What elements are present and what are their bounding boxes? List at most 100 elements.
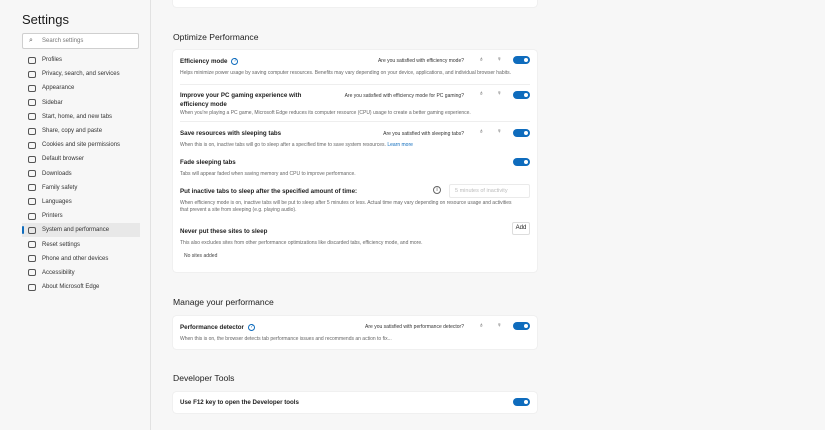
sidebar-item-about-microsoft-edge[interactable]: About Microsoft Edge	[22, 280, 140, 294]
sidebar-item-label: Sidebar	[42, 100, 63, 106]
efficiency-title: Efficiency mode	[180, 58, 227, 65]
sidebar-item-accessibility[interactable]: Accessibility	[22, 266, 140, 280]
sidebar-item-start-home-and-new-tabs[interactable]: Start, home, and new tabs	[22, 110, 140, 124]
reset-icon	[28, 241, 36, 248]
help-icon[interactable]: ?	[248, 324, 255, 331]
efficiency-question: Are you satisfied with efficiency mode?	[378, 58, 464, 64]
home-icon	[28, 113, 36, 120]
sidebar-item-label: Printers	[42, 213, 63, 219]
dev-heading: Developer Tools	[173, 373, 234, 383]
sidebar-item-label: Profiles	[42, 57, 62, 63]
add-site-button[interactable]: Add	[512, 222, 530, 235]
phone-icon	[28, 255, 36, 262]
sidebar-item-default-browser[interactable]: Default browser	[22, 152, 140, 166]
sidebar-item-share-copy-and-paste[interactable]: Share, copy and paste	[22, 124, 140, 138]
learn-more-link[interactable]: Learn more	[387, 142, 413, 148]
thumbs-down-icon[interactable]: ♀	[497, 128, 502, 135]
sidebar-item-label: Downloads	[42, 171, 72, 177]
sidebar-item-label: Phone and other devices	[42, 256, 108, 262]
sleeping-tabs-row: Save resources with sleeping tabs Are yo…	[180, 124, 530, 154]
sidebar-item-label: Family safety	[42, 185, 77, 191]
inactive-row: Put inactive tabs to sleep after the spe…	[180, 184, 530, 220]
sidebar-item-phone-and-other-devices[interactable]: Phone and other devices	[22, 252, 140, 266]
help-icon[interactable]: ?	[231, 58, 238, 65]
detector-toggle[interactable]	[513, 322, 530, 330]
sidebar-item-printers[interactable]: Printers	[22, 209, 140, 223]
lock-icon	[28, 71, 36, 78]
sidebar-item-label: Languages	[42, 199, 72, 205]
inactive-time-select[interactable]: 5 minutes of inactivity	[449, 184, 530, 198]
sleeping-toggle[interactable]	[513, 129, 530, 137]
sidebar-item-label: Cookies and site permissions	[42, 142, 120, 148]
browser-icon	[28, 156, 36, 163]
sidebar-item-languages[interactable]: Languages	[22, 195, 140, 209]
family-icon	[28, 184, 36, 191]
f12-title: Use F12 key to open the Developer tools	[180, 399, 299, 406]
efficiency-mode-row: Efficiency mode? Are you satisfied with …	[180, 50, 530, 85]
no-sites-text: No sites added	[184, 253, 217, 260]
sidebar-item-reset-settings[interactable]: Reset settings	[22, 237, 140, 251]
sidebar-item-label: Reset settings	[42, 242, 80, 248]
fade-title: Fade sleeping tabs	[180, 159, 236, 166]
language-icon	[28, 198, 36, 205]
thumbs-up-icon[interactable]: ♁	[479, 322, 484, 329]
laptop-icon	[28, 227, 36, 234]
thumbs-up-icon[interactable]: ♁	[479, 128, 484, 135]
inactive-title: Put inactive tabs to sleep after the spe…	[180, 188, 357, 195]
sidebar-item-family-safety[interactable]: Family safety	[22, 181, 140, 195]
download-icon	[28, 170, 36, 177]
f12-toggle[interactable]	[513, 398, 530, 406]
dev-card: Use F12 key to open the Developer tools	[173, 392, 537, 413]
detector-row: Performance detector? Are you satisfied …	[180, 316, 530, 349]
sidebar-nav: Profiles Privacy, search, and services App…	[22, 53, 140, 294]
inactive-desc: When efficiency mode is on, inactive tab…	[180, 200, 515, 214]
sleeping-desc: When this is on, inactive tabs will go t…	[180, 142, 386, 148]
optimize-card: Efficiency mode? Are you satisfied with …	[173, 50, 537, 272]
sleeping-question: Are you satisfied with sleeping tabs?	[383, 131, 464, 137]
sidebar-item-cookies-and-site-permissions[interactable]: Cookies and site permissions	[22, 138, 140, 152]
printer-icon	[28, 213, 36, 220]
detector-desc: When this is on, the browser detects tab…	[180, 336, 392, 343]
never-sleep-row: Never put these sites to sleep Add This …	[180, 222, 530, 270]
search-icon: ⌕	[29, 34, 33, 48]
sidebar-item-sidebar[interactable]: Sidebar	[22, 96, 140, 110]
manage-card: Performance detector? Are you satisfied …	[173, 316, 537, 349]
fade-desc: Tabs will appear faded when saving memor…	[180, 171, 356, 178]
gaming-row: Improve your PC gaming experience with e…	[180, 86, 530, 122]
thumbs-down-icon[interactable]: ♀	[497, 90, 502, 97]
gaming-question: Are you satisfied with efficiency mode f…	[345, 93, 464, 99]
gaming-title: Improve your PC gaming experience with e…	[180, 91, 330, 109]
sidebar: Settings ⌕Search settings Profiles Privac…	[0, 0, 151, 430]
gaming-desc: When you're playing a PC game, Microsoft…	[180, 110, 471, 117]
detector-title: Performance detector	[180, 324, 244, 331]
palette-icon	[28, 85, 36, 92]
sidebar-item-profiles[interactable]: Profiles	[22, 53, 140, 67]
thumbs-up-icon[interactable]: ♁	[479, 90, 484, 97]
thumbs-down-icon[interactable]: ♀	[497, 56, 502, 63]
sleeping-title: Save resources with sleeping tabs	[180, 130, 281, 137]
sidebar-item-label: Accessibility	[42, 270, 75, 276]
manage-heading: Manage your performance	[173, 297, 274, 307]
thumbs-down-icon[interactable]: ♀	[497, 322, 502, 329]
sidebar-item-appearance[interactable]: Appearance	[22, 81, 140, 95]
fade-toggle[interactable]	[513, 158, 530, 166]
sidebar-icon	[28, 99, 36, 106]
sidebar-item-downloads[interactable]: Downloads	[22, 167, 140, 181]
share-icon	[28, 128, 36, 135]
f12-row: Use F12 key to open the Developer tools	[180, 392, 530, 413]
previous-card	[173, 0, 537, 7]
never-title: Never put these sites to sleep	[180, 228, 267, 235]
sidebar-item-privacy-search-and-services[interactable]: Privacy, search, and services	[22, 67, 140, 81]
sidebar-item-label: Privacy, search, and services	[42, 71, 120, 77]
thumbs-up-icon[interactable]: ♁	[479, 56, 484, 63]
sidebar-item-label: Default browser	[42, 156, 84, 162]
efficiency-toggle[interactable]	[513, 56, 530, 64]
sidebar-item-label: Share, copy and paste	[42, 128, 102, 134]
info-icon[interactable]: i	[433, 186, 441, 194]
profile-icon	[28, 57, 36, 64]
settings-title: Settings	[22, 12, 69, 27]
sidebar-item-label: Appearance	[42, 85, 74, 91]
gaming-toggle[interactable]	[513, 91, 530, 99]
search-input[interactable]: ⌕Search settings	[22, 33, 139, 49]
sidebar-item-system-and-performance[interactable]: System and performance	[22, 223, 140, 237]
